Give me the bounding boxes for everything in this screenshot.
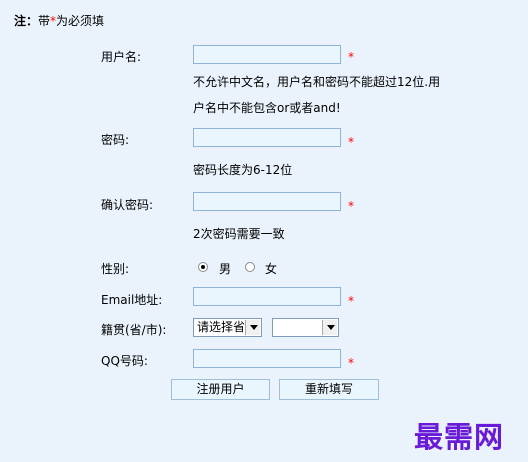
gender-male-radio[interactable] <box>198 262 208 272</box>
username-required-star: * <box>348 50 354 64</box>
gender-female-radio[interactable] <box>245 262 255 272</box>
gender-label: 性别: <box>101 262 130 276</box>
confirm-password-input[interactable] <box>193 192 341 211</box>
username-input[interactable] <box>193 45 341 64</box>
email-required-star: * <box>348 294 354 308</box>
watermark-logo: 最需网 <box>414 420 505 454</box>
reset-button[interactable]: 重新填写 <box>279 379 379 400</box>
password-required-star: * <box>348 135 354 149</box>
username-label: 用户名: <box>101 50 142 64</box>
email-input[interactable] <box>193 287 341 306</box>
username-hint-line1: 不允许中文名，用户名和密码不能超过12位.用 <box>193 75 441 89</box>
email-label: Email地址: <box>101 293 163 307</box>
qq-label: QQ号码: <box>101 354 148 368</box>
chevron-down-icon <box>245 320 260 335</box>
confirm-password-hint: 2次密码需要一致 <box>193 227 285 241</box>
qq-required-star: * <box>348 356 354 370</box>
username-hint-line2: 户名中不能包含or或者and! <box>193 101 341 115</box>
qq-input[interactable] <box>193 349 341 368</box>
province-select-value: 请选择省 <box>197 320 246 334</box>
origin-label: 籍贯(省/市): <box>101 323 167 337</box>
password-label: 密码: <box>101 133 130 147</box>
note-prefix: 注： <box>14 14 39 28</box>
chevron-down-icon <box>322 320 337 335</box>
city-select[interactable] <box>272 318 339 337</box>
gender-female-label: 女 <box>265 262 278 276</box>
province-select[interactable]: 请选择省 <box>193 318 262 337</box>
register-button[interactable]: 注册用户 <box>171 379 270 400</box>
password-input[interactable] <box>193 128 341 147</box>
required-note: 注：带*为必须填 <box>14 12 104 29</box>
gender-male-label: 男 <box>219 262 232 276</box>
note-text-after: 为必须填 <box>56 14 105 28</box>
confirm-password-required-star: * <box>348 199 354 213</box>
confirm-password-label: 确认密码: <box>101 198 154 212</box>
note-text-before: 带 <box>38 14 51 28</box>
password-hint: 密码长度为6-12位 <box>193 163 293 177</box>
